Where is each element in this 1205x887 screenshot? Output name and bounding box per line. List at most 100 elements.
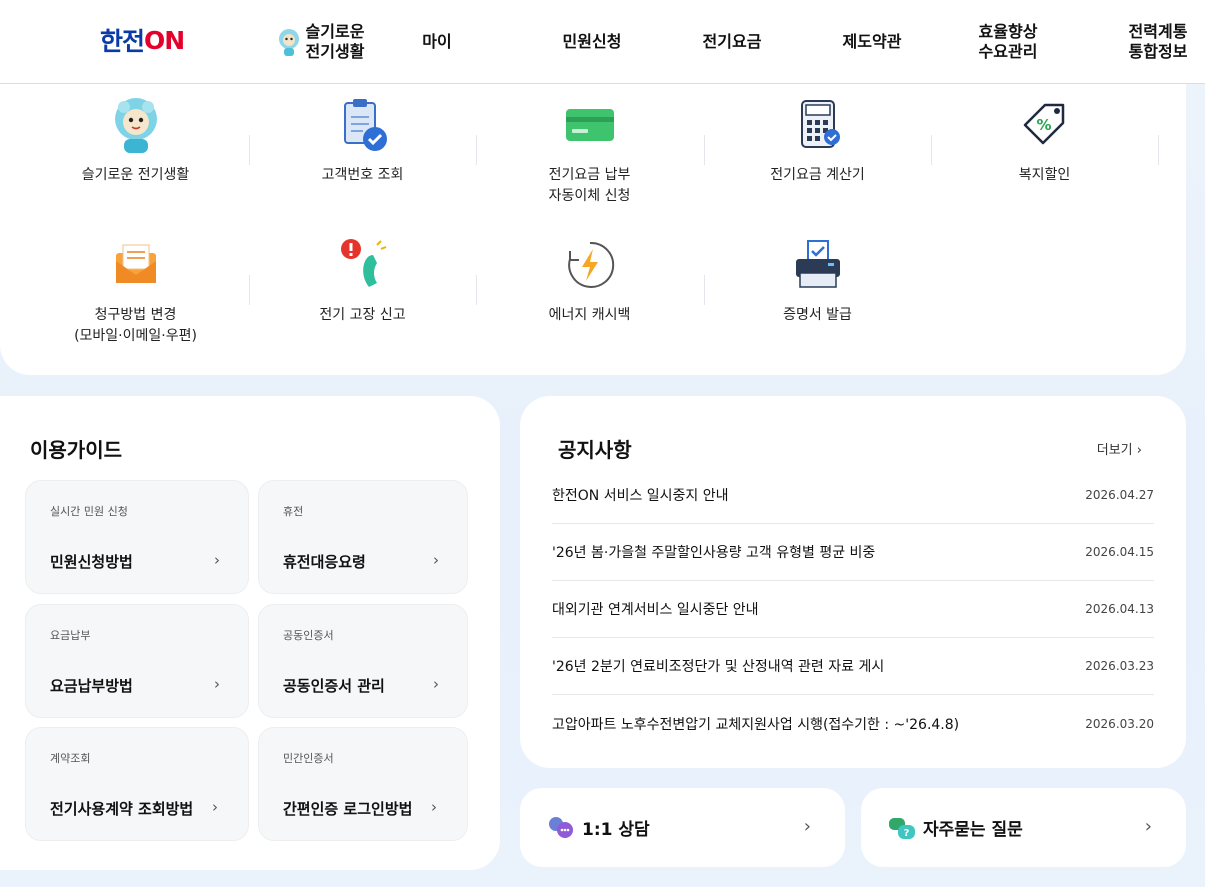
notice-card: 공지사항 더보기 › 한전ON 서비스 일시중지 안내 2026.04.27 '… bbox=[520, 396, 1186, 768]
nav-smart-electric-life[interactable]: 슬기로운 전기생활 bbox=[270, 0, 370, 84]
chevron-right-icon: › bbox=[803, 816, 811, 837]
consult-chat-icon bbox=[549, 816, 573, 838]
discount-tag-icon: % bbox=[1023, 103, 1064, 145]
logo-on-text: ON bbox=[144, 25, 185, 55]
guide-tile-simple-auth[interactable]: 민간인증서 간편인증 로그인방법 › bbox=[258, 727, 468, 841]
notice-item[interactable]: 고압아파트 노후수전변압기 교체지원사업 시행(접수기한 : ~'26.4.8)… bbox=[552, 695, 1154, 752]
service-rate-calculator[interactable]: 전기요금 계산기 bbox=[704, 95, 931, 186]
tile-name: 공동인증서 관리 bbox=[283, 677, 385, 695]
tile-name: 간편인증 로그인방법 bbox=[283, 800, 413, 818]
more-label: 더보기 bbox=[1096, 443, 1133, 458]
notice-item-date: 2026.03.20 bbox=[1085, 716, 1154, 731]
chevron-right-icon: › bbox=[433, 675, 439, 693]
tile-name: 민원신청방법 bbox=[50, 553, 133, 571]
nav-label-line2: 전기생활 bbox=[305, 42, 365, 61]
notice-title: 공지사항 bbox=[558, 438, 632, 462]
kepco-on-logo[interactable]: 한전 ON bbox=[100, 24, 185, 57]
tile-name: 요금납부방법 bbox=[50, 677, 133, 695]
nav-label-line2: 수요관리 bbox=[978, 42, 1038, 61]
service-auto-payment[interactable]: 전기요금 납부 자동이체 신청 bbox=[476, 95, 703, 207]
nav-electric-rates[interactable]: 전기요금 bbox=[692, 0, 772, 84]
tile-category: 실시간 민원 신청 bbox=[50, 505, 128, 518]
nav-label-line1: 슬기로운 bbox=[305, 22, 365, 41]
services-card: 슬기로운 전기생활 고객번호 조회 전기요금 납부 자동이체 신청 전기요금 계… bbox=[0, 75, 1186, 375]
guide-tile-outage[interactable]: 휴전 휴전대응요령 › bbox=[258, 480, 468, 594]
mascot-icon bbox=[114, 98, 157, 153]
service-smart-life[interactable]: 슬기로운 전기생활 bbox=[22, 95, 249, 186]
chevron-right-icon: › bbox=[433, 551, 439, 569]
quick-label: 자주묻는 질문 bbox=[923, 820, 1023, 840]
service-certificate[interactable]: 증명서 발급 bbox=[704, 235, 931, 326]
tile-category: 요금납부 bbox=[50, 629, 91, 642]
notice-item[interactable]: '26년 봄·가을철 주말할인사용량 고객 유형별 평균 비중 2026.04.… bbox=[552, 524, 1154, 581]
guide-tile-certificate[interactable]: 공동인증서 공동인증서 관리 › bbox=[258, 604, 468, 718]
nav-label-line2: 통합정보 bbox=[1128, 42, 1188, 61]
tile-category: 휴전 bbox=[283, 505, 304, 518]
clipboard-check-icon bbox=[343, 99, 387, 151]
notice-item-title: '26년 2분기 연료비조정단가 및 산정내역 관련 자료 게시 bbox=[552, 659, 885, 675]
service-label: 고객번호 조회 bbox=[321, 167, 404, 183]
service-fault-report[interactable]: 전기 고장 신고 bbox=[249, 235, 476, 326]
nav-efficiency[interactable]: 효율향상 수요관리 bbox=[966, 0, 1050, 84]
energy-cashback-icon bbox=[567, 241, 614, 288]
notice-item-title: 고압아파트 노후수전변압기 교체지원사업 시행(접수기한 : ~'26.4.8) bbox=[552, 716, 960, 733]
notice-item-date: 2026.04.15 bbox=[1085, 545, 1154, 559]
service-energy-cashback[interactable]: 에너지 캐시백 bbox=[476, 235, 703, 326]
service-label: 청구방법 변경 (모바일·이메일·우편) bbox=[74, 307, 197, 344]
service-label: 복지할인 bbox=[1018, 167, 1071, 183]
notice-item[interactable]: 대외기관 연계서비스 일시중단 안내 2026.04.13 bbox=[552, 581, 1154, 638]
calculator-icon bbox=[800, 100, 840, 148]
notice-item-date: 2026.03.23 bbox=[1085, 659, 1154, 673]
notice-item[interactable]: 한전ON 서비스 일시중지 안내 2026.04.27 bbox=[552, 467, 1154, 524]
chevron-right-icon: › bbox=[212, 798, 218, 816]
more-link[interactable]: 더보기 › bbox=[1097, 439, 1142, 458]
mail-icon bbox=[115, 244, 156, 283]
guide-tile-civil-application[interactable]: 실시간 민원 신청 민원신청방법 › bbox=[25, 480, 249, 594]
tile-category: 민간인증서 bbox=[283, 752, 334, 765]
nav-label: 전기요금 bbox=[702, 32, 762, 51]
nav-terms[interactable]: 제도약관 bbox=[832, 0, 912, 84]
nav-label: 제도약관 bbox=[842, 32, 902, 51]
credit-card-icon bbox=[565, 109, 614, 141]
faq-button[interactable]: ? 자주묻는 질문 › bbox=[861, 788, 1186, 867]
one-to-one-consult-button[interactable]: 1:1 상담 › bbox=[520, 788, 845, 867]
printer-icon bbox=[795, 240, 840, 288]
service-billing-method[interactable]: 청구방법 변경 (모바일·이메일·우편) bbox=[22, 235, 249, 347]
notice-item-title: 한전ON 서비스 일시중지 안내 bbox=[552, 488, 729, 504]
nav-grid-info[interactable]: 전력계통 통합정보 bbox=[1116, 0, 1200, 84]
phone-alert-icon bbox=[340, 239, 386, 287]
guide-tile-payment[interactable]: 요금납부 요금납부방법 › bbox=[25, 604, 249, 718]
faq-chat-icon: ? bbox=[889, 817, 915, 839]
service-label: 에너지 캐시백 bbox=[548, 307, 631, 323]
guide-title: 이용가이드 bbox=[30, 438, 122, 462]
service-label: 증명서 발급 bbox=[783, 307, 852, 323]
divider bbox=[1158, 135, 1159, 165]
svg-text:?: ? bbox=[904, 828, 910, 839]
nav-label-line1: 전력계통 bbox=[1128, 22, 1188, 41]
logo-main-text: 한전 bbox=[100, 27, 145, 56]
nav-my[interactable]: 마이 bbox=[400, 0, 474, 84]
chevron-right-icon: › bbox=[431, 798, 437, 816]
chevron-right-icon: › bbox=[214, 675, 220, 693]
notice-item[interactable]: '26년 2분기 연료비조정단가 및 산정내역 관련 자료 게시 2026.03… bbox=[552, 638, 1154, 695]
service-welfare-discount[interactable]: % 복지할인 bbox=[931, 95, 1158, 186]
mascot-icon bbox=[278, 29, 299, 56]
notice-item-date: 2026.04.27 bbox=[1085, 488, 1154, 502]
tile-name: 휴전대응요령 bbox=[283, 553, 366, 571]
notice-item-title: '26년 봄·가을철 주말할인사용량 고객 유형별 평균 비중 bbox=[552, 545, 876, 561]
service-customer-number[interactable]: 고객번호 조회 bbox=[249, 95, 476, 186]
chevron-right-icon: › bbox=[1144, 816, 1152, 837]
quick-label: 1:1 상담 bbox=[582, 820, 650, 840]
nav-civil-application[interactable]: 민원신청 bbox=[552, 0, 632, 84]
tile-name: 전기사용계약 조회방법 bbox=[50, 800, 194, 818]
service-label: 슬기로운 전기생활 bbox=[81, 167, 190, 183]
notice-item-title: 대외기관 연계서비스 일시중단 안내 bbox=[552, 602, 759, 618]
service-label: 전기요금 납부 자동이체 신청 bbox=[548, 167, 631, 204]
chevron-right-icon: › bbox=[1136, 443, 1142, 458]
service-label: 전기요금 계산기 bbox=[770, 167, 865, 183]
guide-tile-contract[interactable]: 계약조회 전기사용계약 조회방법 › bbox=[25, 727, 249, 841]
nav-label: 민원신청 bbox=[562, 32, 622, 51]
usage-guide-card: 이용가이드 실시간 민원 신청 민원신청방법 › 휴전 휴전대응요령 › 요금납… bbox=[0, 396, 500, 870]
chevron-right-icon: › bbox=[214, 551, 220, 569]
service-label: 전기 고장 신고 bbox=[319, 307, 406, 323]
